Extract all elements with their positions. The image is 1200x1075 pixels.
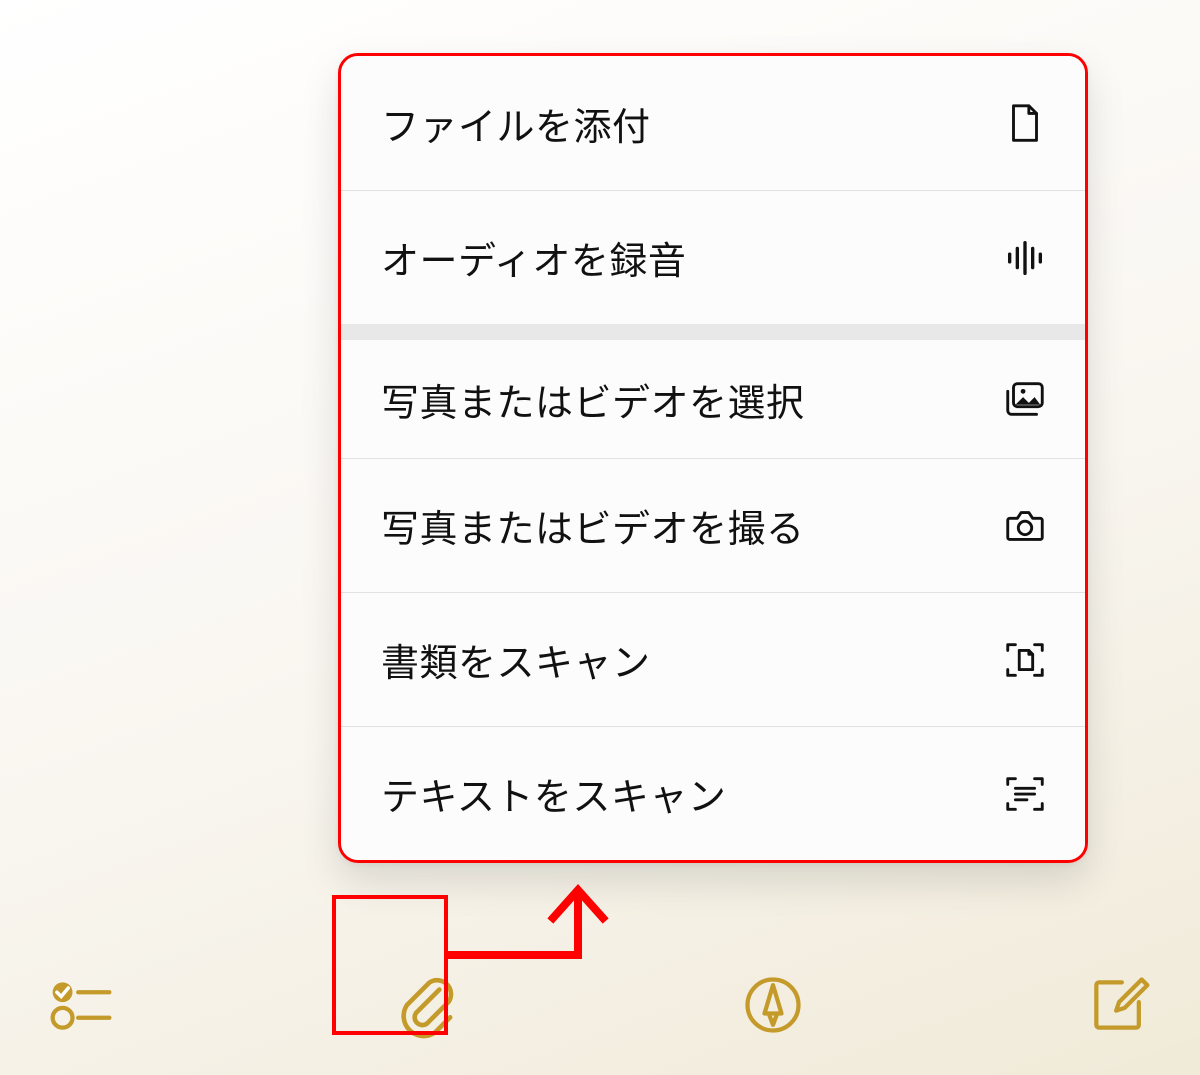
menu-item-record-audio[interactable]: オーディオを録音 [341,190,1085,324]
photos-icon [1001,375,1049,423]
scan-document-icon [1001,636,1049,684]
scan-text-icon [1001,770,1049,818]
checklist-button[interactable] [36,960,126,1050]
menu-item-scan-text[interactable]: テキストをスキャン [341,726,1085,860]
menu-item-label: 書類をスキャン [381,632,651,687]
menu-item-label: オーディオを録音 [381,230,686,285]
attach-menu-popup: ファイルを添付 オーディオを録音 写真またはビデオを選択 [338,53,1088,863]
menu-item-scan-documents[interactable]: 書類をスキャン [341,592,1085,726]
menu-item-attach-file[interactable]: ファイルを添付 [341,56,1085,190]
menu-item-label: 写真またはビデオを撮る [381,498,805,553]
camera-icon [1001,502,1049,550]
document-icon [1001,99,1049,147]
menu-item-label: ファイルを添付 [381,96,651,151]
menu-item-choose-photo-video[interactable]: 写真またはビデオを選択 [341,324,1085,458]
markup-button[interactable] [728,960,818,1050]
bottom-toolbar [0,935,1200,1075]
menu-item-take-photo-video[interactable]: 写真またはビデオを撮る [341,458,1085,592]
attach-button[interactable] [382,960,472,1050]
waveform-icon [1001,234,1049,282]
menu-item-label: 写真またはビデオを選択 [381,372,805,427]
new-note-button[interactable] [1074,960,1164,1050]
menu-item-label: テキストをスキャン [381,766,726,821]
